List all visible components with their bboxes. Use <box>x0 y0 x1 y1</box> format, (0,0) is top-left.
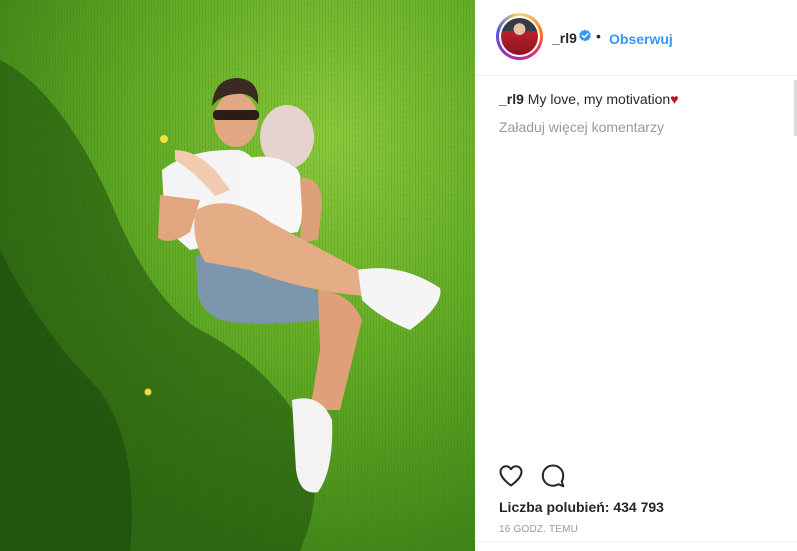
username-link[interactable]: _rl9 <box>552 30 577 46</box>
post-side-panel: _rl9 • Obserwuj _rl9 My love, my motivat… <box>475 0 797 551</box>
post-actions <box>497 462 787 490</box>
verified-badge-icon <box>579 29 591 42</box>
avatar-image <box>501 18 538 55</box>
caption-username-link[interactable]: _rl9 <box>499 91 524 107</box>
separator-dot: • <box>596 28 601 44</box>
avatar[interactable] <box>496 13 543 60</box>
load-more-comments-button[interactable]: Załaduj więcej komentarzy <box>499 119 664 135</box>
likes-count[interactable]: Liczba polubień: 434 793 <box>499 499 664 515</box>
post-photo[interactable] <box>0 0 475 551</box>
comment-bubble-icon[interactable] <box>539 462 567 490</box>
caption-text: My love, my motivation <box>523 91 671 107</box>
divider <box>475 541 797 542</box>
avatar-frame <box>499 16 540 57</box>
post-photo-illustration <box>0 0 475 551</box>
heart-outline-icon[interactable] <box>497 462 525 490</box>
follow-button[interactable]: Obserwuj <box>609 31 673 47</box>
heart-emoji: ♥ <box>670 91 679 107</box>
post-header: _rl9 • Obserwuj <box>475 0 797 76</box>
post-timestamp[interactable]: 16 GODZ. TEMU <box>499 524 578 535</box>
post-caption: _rl9 My love, my motivation♥ <box>499 91 679 107</box>
